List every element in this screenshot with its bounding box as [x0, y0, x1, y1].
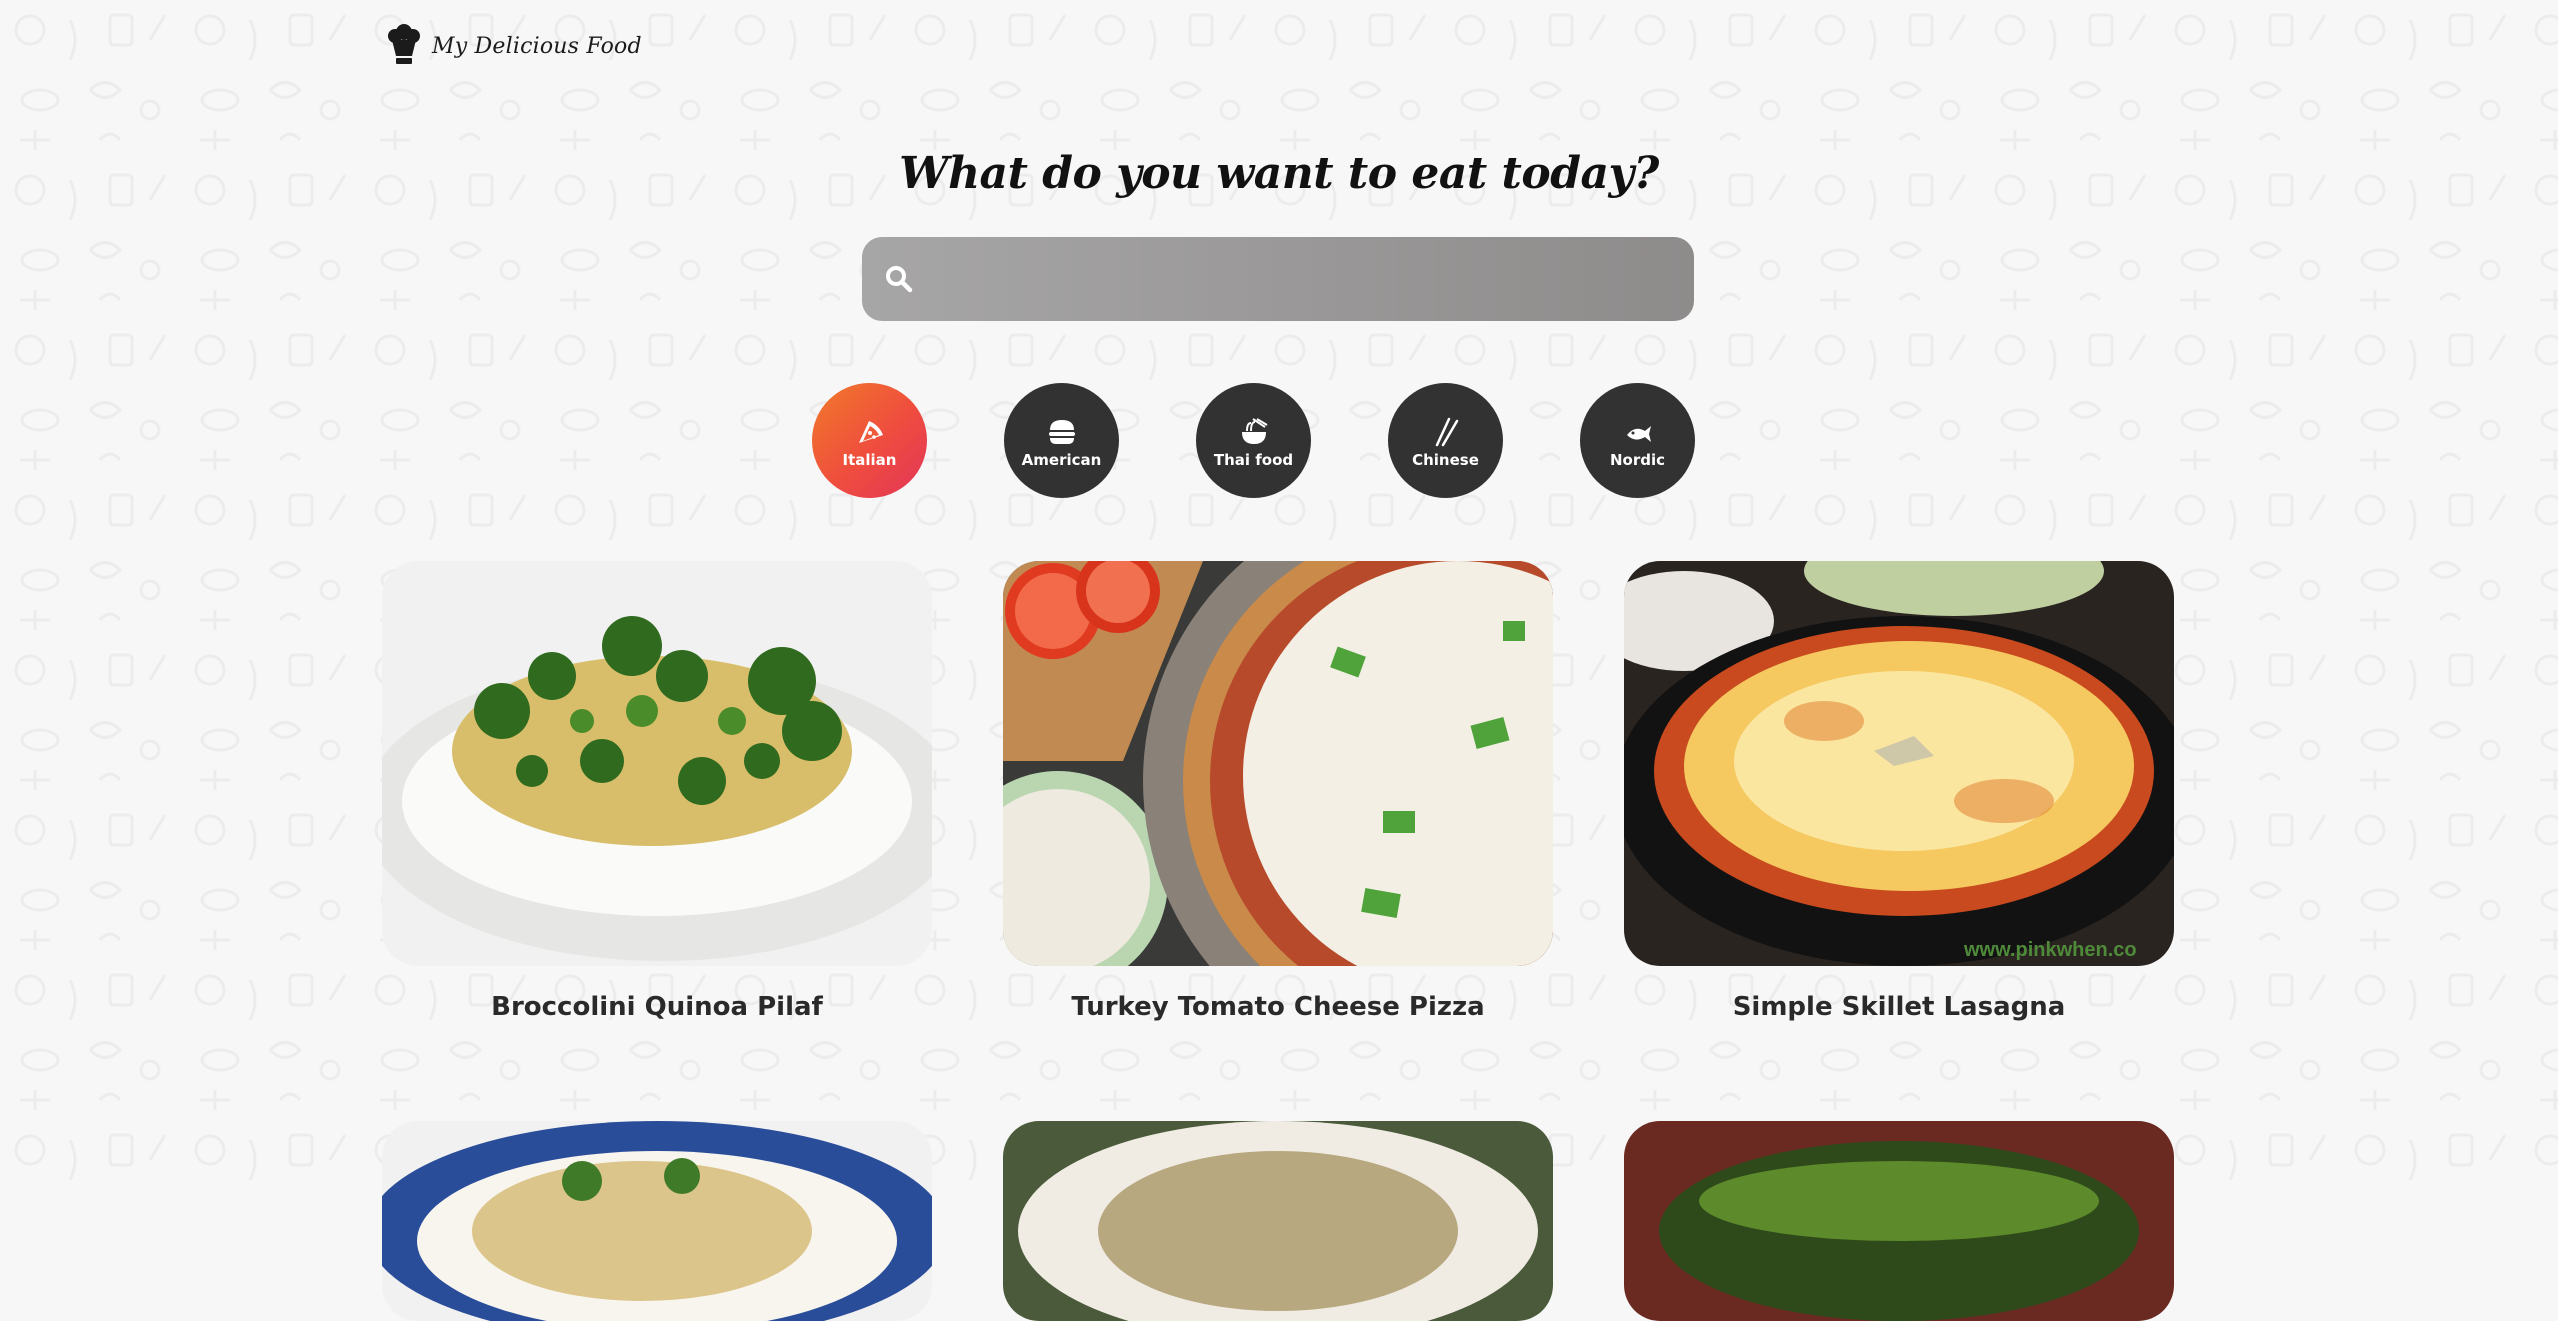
page: My Delicious Food What do you want to ea… [0, 0, 2558, 1321]
recipe-card[interactable]: Broccolini Quinoa Pilaf [382, 561, 932, 1022]
fish-icon [1626, 425, 1651, 442]
pizza-icon [858, 420, 883, 443]
recipe-card[interactable]: www.pinkwhen.co Simple Skillet Lasagna [1624, 561, 2174, 1022]
recipe-image [382, 1121, 932, 1321]
category-nordic[interactable]: Nordic [1580, 383, 1695, 498]
logo-text: My Delicious Food [432, 33, 642, 59]
category-label: Nordic [1609, 450, 1666, 469]
search-input[interactable] [914, 237, 1694, 321]
recipe-card[interactable] [1003, 1121, 1553, 1321]
chef-hat-icon [388, 24, 420, 64]
noodle-bowl-icon [1241, 417, 1268, 444]
chopsticks-icon [1435, 417, 1458, 446]
burger-icon [1048, 419, 1075, 444]
page-title: What do you want to eat today? [899, 148, 1659, 199]
search-icon [886, 266, 913, 293]
category-label: Chinese [1412, 450, 1479, 469]
category-label: Italian [842, 450, 897, 469]
category-filters: Italian American Thai food Chinese Nordi… [812, 383, 1695, 498]
recipe-image-broccolini-quinoa [382, 561, 932, 966]
recipe-card[interactable] [1624, 1121, 2174, 1321]
category-label: Thai food [1213, 450, 1294, 469]
recipe-image [1003, 1121, 1553, 1321]
category-chinese[interactable]: Chinese [1388, 383, 1503, 498]
recipe-image-turkey-pizza [1003, 561, 1553, 966]
search-bar[interactable] [862, 237, 1694, 321]
category-italian[interactable]: Italian [812, 383, 927, 498]
category-american[interactable]: American [1004, 383, 1119, 498]
recipe-title: Broccolini Quinoa Pilaf [491, 992, 823, 1022]
site-logo[interactable]: My Delicious Food [386, 24, 642, 68]
recipe-title: Turkey Tomato Cheese Pizza [1071, 992, 1485, 1022]
image-watermark: www.pinkwhen.co [1963, 939, 2137, 961]
recipe-title: Simple Skillet Lasagna [1732, 992, 2066, 1022]
recipe-image [1624, 1121, 2174, 1321]
recipe-image-skillet-lasagna: www.pinkwhen.co [1624, 561, 2174, 966]
recipe-card[interactable]: Turkey Tomato Cheese Pizza [1003, 561, 1553, 1022]
recipe-card[interactable] [382, 1121, 932, 1321]
category-label: American [1021, 450, 1102, 469]
category-thai-food[interactable]: Thai food [1196, 383, 1311, 498]
